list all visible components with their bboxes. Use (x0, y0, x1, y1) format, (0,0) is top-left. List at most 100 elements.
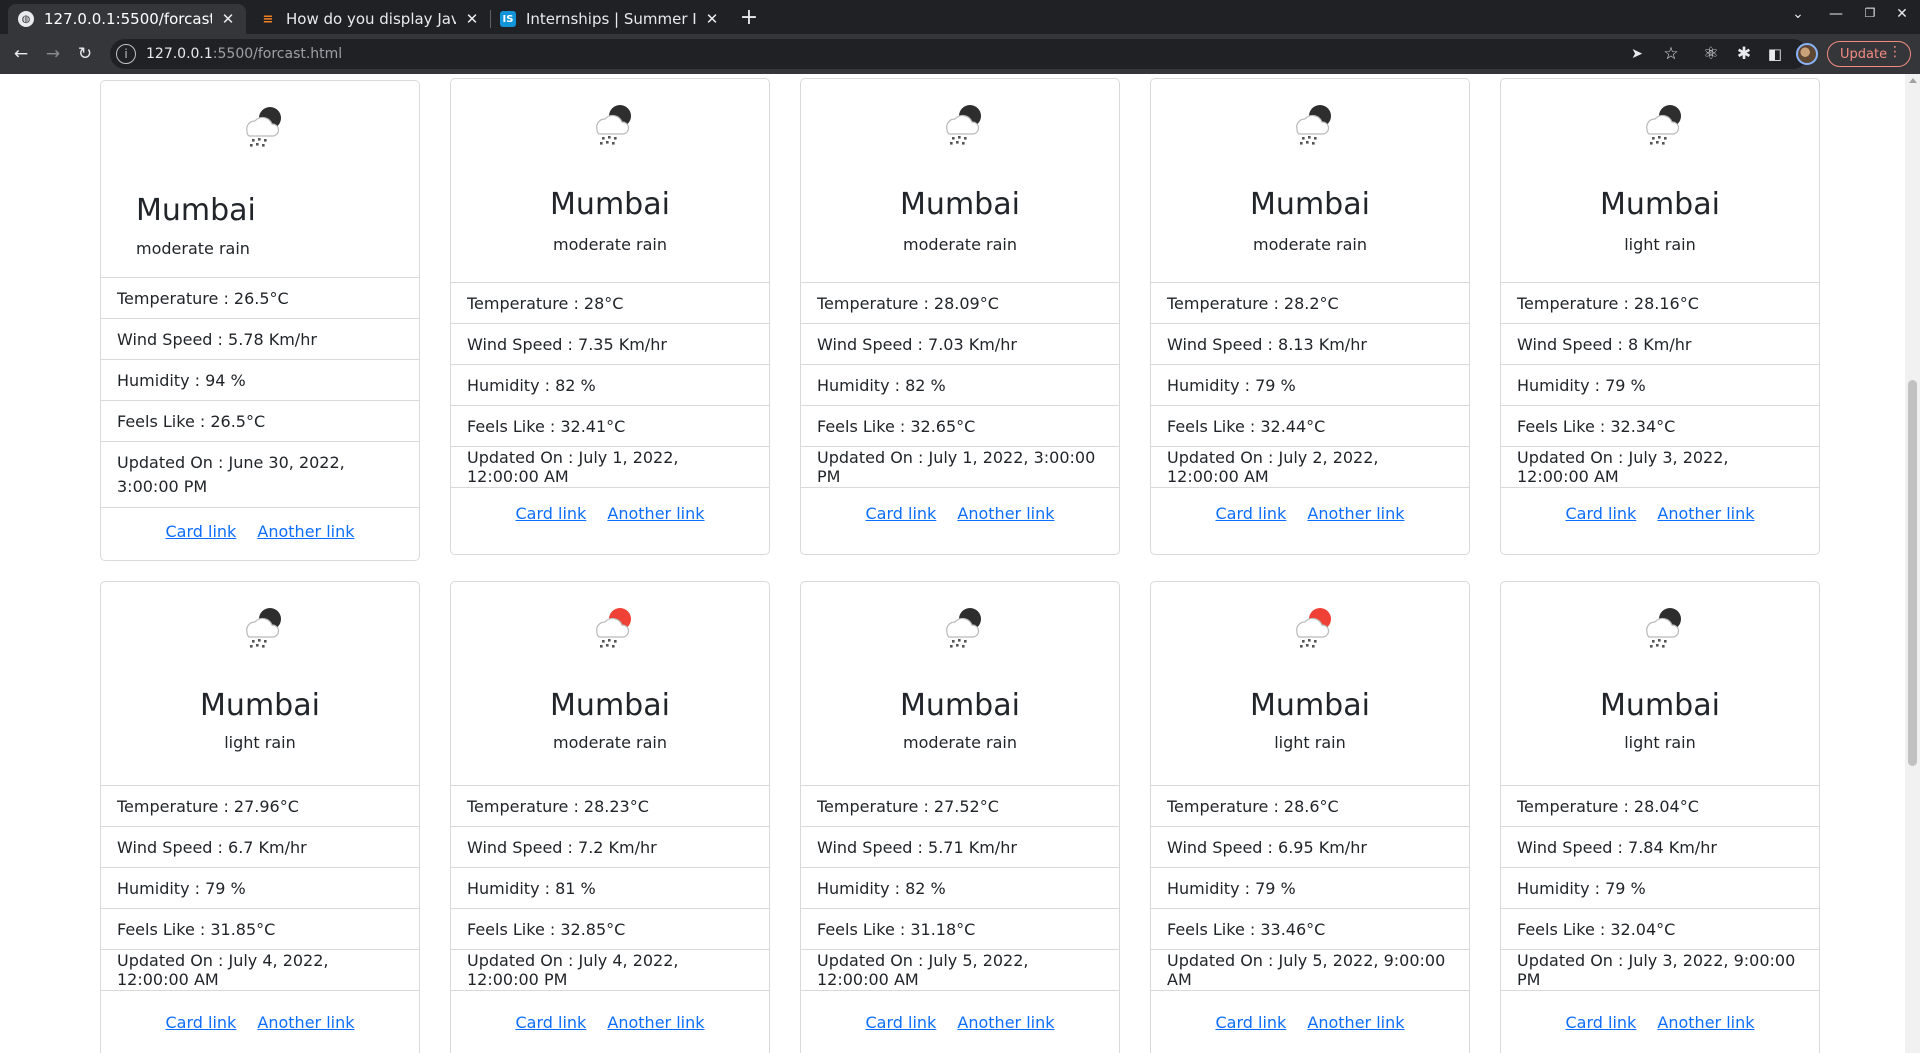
tab-title: 127.0.0.1:5500/forcast.htm (44, 10, 212, 28)
extensions-icon[interactable]: ✱ (1733, 43, 1755, 65)
wind-speed-item: Wind Speed : 7.03 Km/hr (801, 324, 1119, 365)
rain-night-cloud-icon (1296, 105, 1331, 145)
update-button[interactable]: Update ⋮ (1827, 41, 1911, 67)
close-tab-icon[interactable]: ✕ (464, 10, 480, 28)
card-link[interactable]: Card link (516, 504, 587, 523)
tab-forcast[interactable]: ◍ 127.0.0.1:5500/forcast.htm ✕ (8, 4, 246, 34)
card-link[interactable]: Card link (1216, 504, 1287, 523)
page-scrollbar[interactable] (1905, 74, 1920, 1053)
more-menu-icon[interactable]: ⋮ (1888, 44, 1902, 60)
reload-icon[interactable]: ↻ (74, 43, 96, 65)
another-link[interactable]: Another link (1657, 504, 1754, 523)
wind-speed-item: Wind Speed : 8.13 Km/hr (1151, 324, 1469, 365)
card-link[interactable]: Card link (866, 1013, 937, 1032)
another-link[interactable]: Another link (1657, 1013, 1754, 1032)
card-detail-list: Temperature : 26.5°C Wind Speed : 5.78 K… (101, 277, 419, 508)
card-description: light rain (1274, 733, 1346, 752)
close-tab-icon[interactable]: ✕ (220, 10, 236, 28)
card-link[interactable]: Card link (166, 1013, 237, 1032)
weather-card: Mumbai moderate rain Temperature : 27.52… (800, 581, 1120, 1053)
another-link[interactable]: Another link (607, 504, 704, 523)
minimize-icon[interactable]: — (1822, 6, 1850, 28)
temperature-item: Temperature : 28.04°C (1501, 786, 1819, 827)
card-description: moderate rain (903, 733, 1017, 752)
temperature-item: Temperature : 28.2°C (1151, 283, 1469, 324)
another-link[interactable]: Another link (257, 1013, 354, 1032)
feels-like-item: Feels Like : 32.44°C (1151, 406, 1469, 447)
react-devtools-icon[interactable]: ⚛ (1700, 43, 1722, 65)
temperature-item: Temperature : 27.96°C (101, 786, 419, 827)
close-window-icon[interactable]: ✕ (1888, 6, 1916, 28)
card-link[interactable]: Card link (866, 504, 937, 523)
card-links: Card link Another link (1501, 1013, 1819, 1032)
rain-day-cloud-icon (596, 608, 631, 648)
another-link[interactable]: Another link (1307, 1013, 1404, 1032)
another-link[interactable]: Another link (257, 522, 354, 541)
card-link[interactable]: Card link (1566, 1013, 1637, 1032)
card-city: Mumbai (1600, 187, 1720, 222)
bookmark-star-icon[interactable]: ☆ (1660, 43, 1682, 65)
card-city: Mumbai (1600, 688, 1720, 723)
internshala-icon: IS (500, 11, 516, 27)
feels-like-item: Feels Like : 31.18°C (801, 909, 1119, 950)
another-link[interactable]: Another link (957, 1013, 1054, 1032)
side-panel-icon[interactable]: ◧ (1764, 43, 1786, 65)
wind-speed-item: Wind Speed : 8 Km/hr (1501, 324, 1819, 365)
updated-on-item: Updated On : July 3, 2022, 9:00:00 PM (1501, 950, 1819, 991)
another-link[interactable]: Another link (607, 1013, 704, 1032)
weather-card: Mumbai moderate rain Temperature : 28.09… (800, 78, 1120, 555)
another-link[interactable]: Another link (957, 504, 1054, 523)
back-icon[interactable]: ← (10, 43, 32, 65)
scroll-up-arrow-icon[interactable] (1909, 78, 1917, 83)
card-description: light rain (224, 733, 296, 752)
weather-card: Mumbai light rain Temperature : 27.96°C … (100, 581, 420, 1053)
temperature-item: Temperature : 28°C (451, 283, 769, 324)
stackoverflow-icon: ≡ (262, 11, 274, 27)
send-icon[interactable]: ➤ (1626, 43, 1648, 65)
site-info-icon[interactable]: i (116, 44, 136, 64)
card-link[interactable]: Card link (1216, 1013, 1287, 1032)
updated-on-item: Updated On : July 1, 2022, 12:00:00 AM (451, 447, 769, 488)
temperature-item: Temperature : 28.6°C (1151, 786, 1469, 827)
weather-card: Mumbai moderate rain Temperature : 28°C … (450, 78, 770, 555)
updated-on-item: Updated On : July 3, 2022, 12:00:00 AM (1501, 447, 1819, 488)
another-link[interactable]: Another link (1307, 504, 1404, 523)
humidity-item: Humidity : 81 % (451, 868, 769, 909)
card-description: light rain (1624, 235, 1696, 254)
tab-stackoverflow[interactable]: ≡ How do you display JavaSc ✕ (250, 4, 490, 34)
weather-card: Mumbai light rain Temperature : 28.6°C W… (1150, 581, 1470, 1053)
temperature-item: Temperature : 28.23°C (451, 786, 769, 827)
wind-speed-item: Wind Speed : 7.2 Km/hr (451, 827, 769, 868)
url-text: 127.0.0.1:5500/forcast.html (146, 46, 343, 62)
card-detail-list: Temperature : 28.23°C Wind Speed : 7.2 K… (451, 785, 769, 991)
updated-on-item: Updated On : July 5, 2022, 12:00:00 AM (801, 950, 1119, 991)
card-link[interactable]: Card link (166, 522, 237, 541)
card-link[interactable]: Card link (1566, 504, 1637, 523)
updated-on-item: Updated On : July 4, 2022, 12:00:00 AM (101, 950, 419, 991)
card-city: Mumbai (200, 688, 320, 723)
card-links: Card link Another link (101, 1013, 419, 1032)
profile-avatar[interactable] (1796, 43, 1818, 65)
card-detail-list: Temperature : 28.6°C Wind Speed : 6.95 K… (1151, 785, 1469, 991)
browser-toolbar: ← → ↻ i 127.0.0.1:5500/forcast.html ➤ ☆ … (0, 34, 1920, 74)
address-bar[interactable]: i 127.0.0.1:5500/forcast.html (110, 39, 1808, 69)
humidity-item: Humidity : 82 % (451, 365, 769, 406)
close-tab-icon[interactable]: ✕ (704, 10, 720, 28)
temperature-item: Temperature : 26.5°C (101, 278, 419, 319)
temperature-item: Temperature : 27.52°C (801, 786, 1119, 827)
card-detail-list: Temperature : 28.09°C Wind Speed : 7.03 … (801, 282, 1119, 488)
scrollbar-thumb[interactable] (1908, 380, 1917, 766)
globe-icon: ◍ (18, 11, 34, 27)
rain-night-cloud-icon (1646, 105, 1681, 145)
wind-speed-item: Wind Speed : 5.78 Km/hr (101, 319, 419, 360)
rain-night-cloud-icon (946, 105, 981, 145)
tab-internshala[interactable]: IS Internships | Summer Inte ✕ (490, 4, 730, 34)
new-tab-button[interactable]: + (736, 5, 762, 31)
card-link[interactable]: Card link (516, 1013, 587, 1032)
restore-icon[interactable]: ❐ (1856, 6, 1884, 28)
forward-icon[interactable]: → (42, 43, 64, 65)
tab-search-icon[interactable]: ⌄ (1784, 6, 1812, 28)
weather-card: Mumbai moderate rain Temperature : 26.5°… (100, 80, 420, 561)
card-description: moderate rain (903, 235, 1017, 254)
tab-title: How do you display JavaSc (286, 10, 456, 28)
